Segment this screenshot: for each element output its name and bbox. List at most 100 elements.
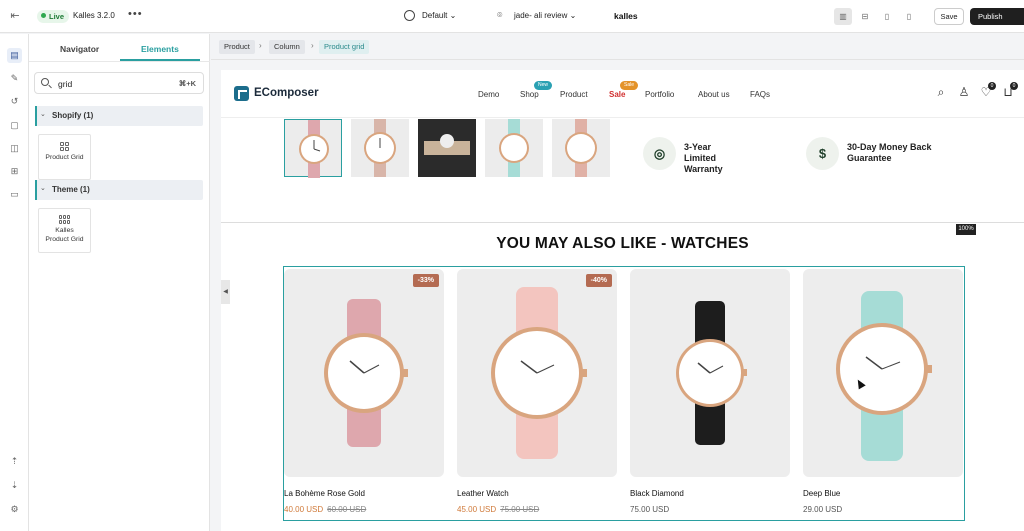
- apps-icon[interactable]: ⊞: [7, 164, 22, 179]
- group-theme[interactable]: ⌄ Theme (1): [35, 180, 203, 200]
- site-header: EComposer Demo Shop New Product Sale Sal…: [221, 70, 1024, 118]
- watch-image: [491, 287, 587, 459]
- chevron-down-icon: ⌄: [40, 185, 46, 192]
- product-image[interactable]: [630, 269, 790, 477]
- breadcrumb-item[interactable]: Column: [269, 40, 305, 54]
- tablet-icon[interactable]: ▯: [878, 8, 896, 25]
- more-options-icon[interactable]: •••: [128, 8, 143, 20]
- search-shortcut: ⌘+K: [178, 79, 196, 88]
- mobile-icon[interactable]: ▯: [900, 8, 918, 25]
- menu-product[interactable]: Product: [560, 90, 588, 99]
- collapse-panel-handle[interactable]: ◀: [221, 280, 230, 304]
- layers-icon[interactable]: ▤: [7, 48, 22, 63]
- discount-badge: -40%: [585, 274, 612, 287]
- chevron-down-icon: ⌄: [449, 11, 457, 20]
- box-icon[interactable]: ◫: [7, 141, 22, 156]
- section-divider: [221, 222, 1024, 223]
- thumbnail[interactable]: [351, 119, 409, 177]
- watch-image: [676, 301, 747, 445]
- watch-image: [299, 120, 329, 178]
- new-badge: New: [534, 81, 553, 90]
- product-card[interactable]: Deep Blue 29.00 USD: [803, 269, 963, 514]
- product-price: 40.00 USD 60.00 USD: [284, 505, 444, 514]
- discount-badge: -33%: [412, 274, 439, 287]
- site-preview: EComposer Demo Shop New Product Sale Sal…: [221, 70, 1024, 531]
- brush-icon[interactable]: ✎: [7, 71, 22, 86]
- cart-count: 0: [1010, 82, 1018, 90]
- layout-icon[interactable]: ▥: [834, 8, 852, 25]
- breadcrumb-item[interactable]: Product: [219, 40, 255, 54]
- save-button[interactable]: Save: [934, 8, 964, 25]
- search-icon[interactable]: ⌕: [934, 85, 948, 99]
- product-image[interactable]: [803, 269, 963, 477]
- menu-portfolio[interactable]: Portfolio: [645, 90, 674, 99]
- store-name: kalles: [614, 11, 638, 21]
- product-image[interactable]: -40%: [457, 269, 617, 477]
- element-product-grid[interactable]: Product Grid: [38, 134, 91, 180]
- group-theme-label: Theme (1): [52, 185, 90, 194]
- watch-image: [364, 119, 396, 177]
- product-card[interactable]: Black Diamond 75.00 USD: [630, 269, 790, 514]
- watch-image: [324, 299, 408, 447]
- money-back-text: 30-Day Money Back Guarantee: [847, 142, 932, 163]
- product-name[interactable]: La Bohème Rose Gold: [284, 489, 444, 498]
- product-name[interactable]: Deep Blue: [803, 489, 963, 498]
- panel-tabs: Navigator Elements: [29, 34, 210, 62]
- warranty-text: 3-Year Limited Warranty: [684, 142, 723, 174]
- settings-icon[interactable]: ⚙: [7, 504, 22, 515]
- product-price: 45.00 USD 75.00 USD: [457, 505, 617, 514]
- menu-sale[interactable]: Sale: [609, 90, 625, 99]
- group-shopify[interactable]: ⌄ Shopify (1): [35, 106, 203, 126]
- user-icon[interactable]: ♙: [957, 85, 971, 99]
- download-icon[interactable]: ⇣: [7, 480, 22, 491]
- thumbnail[interactable]: [552, 119, 610, 177]
- element-kalles-product-grid[interactable]: Kalles Product Grid: [38, 208, 91, 253]
- search-input[interactable]: grid ⌘+K: [34, 72, 204, 94]
- upload-icon[interactable]: ⇡: [7, 456, 22, 467]
- money-icon: $: [806, 137, 839, 170]
- page-select[interactable]: Default ⌄: [422, 11, 456, 20]
- tab-navigator[interactable]: Navigator: [60, 44, 99, 54]
- grid-icon: [60, 142, 69, 151]
- file-icon[interactable]: ▭: [7, 187, 22, 202]
- publish-button[interactable]: Publish: [970, 8, 1024, 25]
- desktop-icon[interactable]: ⊟: [856, 8, 874, 25]
- page-select-value: Default: [422, 11, 448, 20]
- elements-panel: Navigator Elements grid ⌘+K ⌄ Shopify (1…: [29, 34, 210, 531]
- chevron-down-icon: ⌄: [569, 11, 577, 20]
- history-icon[interactable]: ↺: [7, 94, 22, 109]
- breadcrumb: Product › Column › Product grid: [211, 34, 1024, 60]
- site-logo[interactable]: EComposer: [254, 87, 319, 99]
- regular-price: 29.00 USD: [803, 505, 843, 514]
- breadcrumb-current[interactable]: Product grid: [319, 40, 370, 54]
- product-card[interactable]: -40% Leather Watch 45.00 USD 75.00 USD: [457, 269, 617, 514]
- theme-select-value: jade- ali review: [514, 11, 568, 20]
- menu-shop[interactable]: Shop: [520, 90, 539, 99]
- product-card[interactable]: -33% La Bohème Rose Gold 40.00 USD 60.00 …: [284, 269, 444, 514]
- menu-about[interactable]: About us: [698, 90, 730, 99]
- menu-demo[interactable]: Demo: [478, 90, 499, 99]
- theme-select[interactable]: jade- ali review ⌄: [514, 11, 576, 20]
- menu-faqs[interactable]: FAQs: [750, 90, 770, 99]
- chevron-right-icon: ›: [311, 41, 314, 50]
- product-grid[interactable]: -33% La Bohème Rose Gold 40.00 USD 60.00 …: [283, 266, 965, 521]
- product-name[interactable]: Black Diamond: [630, 489, 790, 498]
- compare-price: 75.00 USD: [500, 505, 540, 514]
- chevron-right-icon: ›: [259, 41, 262, 50]
- clipboard-icon[interactable]: ▢: [7, 118, 22, 133]
- product-name[interactable]: Leather Watch: [457, 489, 617, 498]
- tab-elements[interactable]: Elements: [141, 44, 179, 54]
- element-label: Product Grid: [45, 154, 84, 161]
- tag-icon: ⌾: [497, 10, 503, 20]
- thumbnail[interactable]: [485, 119, 543, 177]
- product-price: 75.00 USD: [630, 505, 790, 514]
- active-tab-indicator: [120, 59, 200, 61]
- exit-icon[interactable]: ⇤: [8, 9, 22, 23]
- product-image[interactable]: -33%: [284, 269, 444, 477]
- element-label-line1: Kalles: [55, 227, 74, 234]
- thumbnail[interactable]: [284, 119, 342, 178]
- lifestyle-image: [418, 119, 476, 177]
- thumbnail[interactable]: [418, 119, 476, 177]
- group-accent: [35, 106, 37, 126]
- watch-image: [499, 119, 529, 177]
